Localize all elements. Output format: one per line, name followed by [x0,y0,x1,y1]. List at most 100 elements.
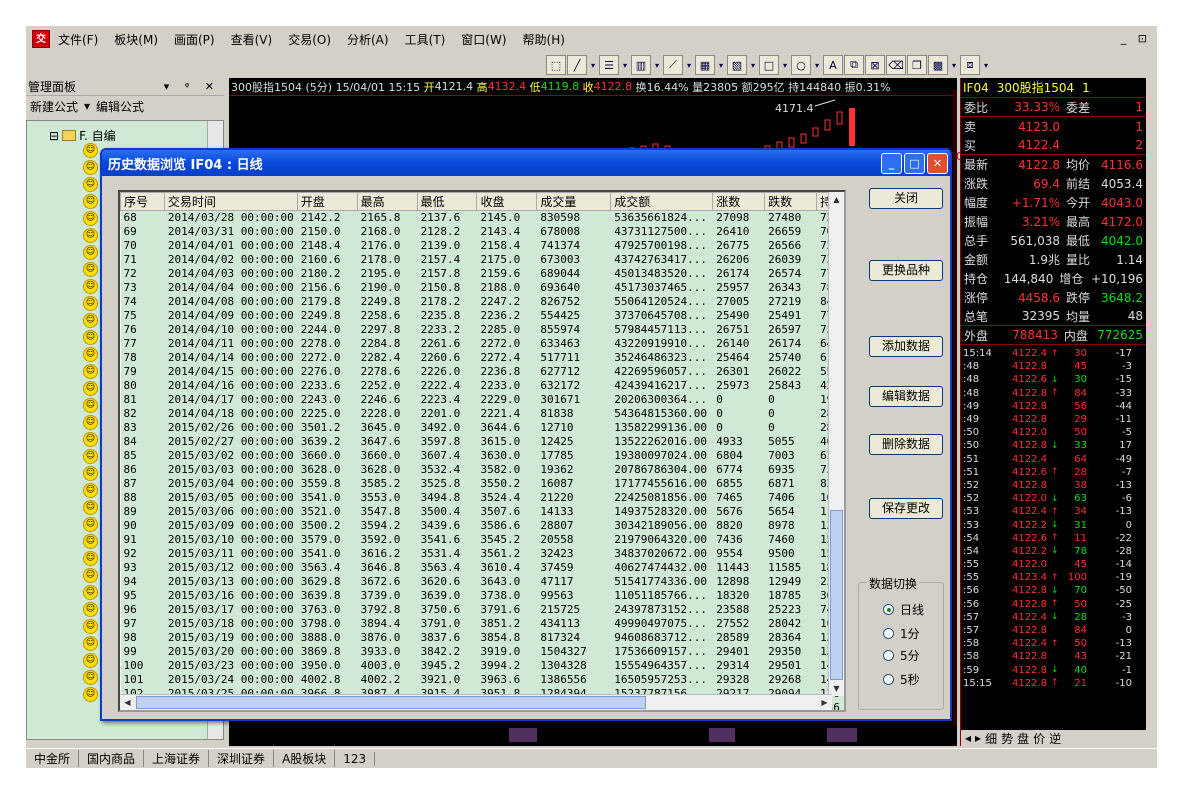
fan-tool-icon[interactable]: ⟋ [663,55,683,75]
tree-root-item[interactable]: ⊟ F. 自编 [49,127,116,144]
copy-tool-icon[interactable]: ⧉ [844,55,864,75]
formula-smiley-icon[interactable]: ☺ [83,619,98,634]
market-tab-commodities[interactable]: 国内商品 [79,750,145,767]
column-header[interactable]: 收盘 [476,192,538,211]
formula-smiley-icon[interactable]: ☺ [83,347,98,362]
column-header[interactable]: 成交额 [610,192,714,211]
table-row[interactable]: 79 2014/04/15 00:00:00 2276.0 2278.6 2226.0 2… [120,364,844,379]
window-controls[interactable]: _ ⊡ [1121,32,1151,45]
table-row[interactable]: 72 2014/04/03 00:00:00 2180.2 2195.0 2157.8 2… [120,266,844,281]
add-data-button[interactable]: 添加数据 [869,336,943,357]
table-row[interactable]: 91 2015/03/10 00:00:00 3579.0 3592.0 3541.6 3… [120,532,844,547]
radio-5min[interactable]: 5分 [883,647,920,664]
formula-smiley-icon[interactable]: ☺ [83,636,98,651]
formula-smiley-icon[interactable]: ☺ [83,381,98,396]
formula-smiley-icon[interactable]: ☺ [83,653,98,668]
formula-smiley-icon[interactable]: ☺ [83,177,98,192]
table-row[interactable]: 87 2015/03/04 00:00:00 3559.8 3585.2 3525.8 3… [120,476,844,491]
table-row[interactable]: 83 2015/02/26 00:00:00 3501.2 3645.0 3492.0 3… [120,420,844,435]
scroll-thumb[interactable] [830,510,843,680]
tab-reverse[interactable]: 逆 [1049,730,1061,747]
table-row[interactable]: 70 2014/04/01 00:00:00 2148.4 2176.0 2139.0 2… [120,238,844,253]
line-tool-icon[interactable]: ╱ [567,55,587,75]
formula-smiley-icon[interactable]: ☺ [83,449,98,464]
text-tool-icon[interactable]: A [823,55,843,75]
circle-tool-icon[interactable]: ○ [791,55,811,75]
channel-tool-icon[interactable]: ▧ [727,55,747,75]
panel-title-buttons[interactable]: ▾ ᵠ ✕ [164,80,224,93]
grid-vertical-scrollbar[interactable]: ▲ ▼ [828,192,844,696]
market-tab-shenzhen[interactable]: 深圳证券 [209,750,275,767]
column-header[interactable]: 序号 [120,192,165,211]
formula-smiley-icon[interactable]: ☺ [83,296,98,311]
formula-smiley-icon[interactable]: ☺ [83,364,98,379]
table-row[interactable]: 92 2015/03/11 00:00:00 3541.0 3616.2 3531.4 3… [120,546,844,561]
table-row[interactable]: 74 2014/04/08 00:00:00 2179.8 2249.8 2178.2 2… [120,294,844,309]
table-row[interactable]: 89 2015/03/06 00:00:00 3521.0 3547.8 3500.4 3… [120,504,844,519]
duplicate-tool-icon[interactable]: ❐ [907,55,927,75]
menu-trade[interactable]: 交易(O) [280,31,339,48]
table-row[interactable]: 94 2015/03/13 00:00:00 3629.8 3672.6 3620.6 3… [120,574,844,589]
tab-prev-icon[interactable]: ◂ [965,731,971,745]
table-row[interactable]: 85 2015/03/02 00:00:00 3660.0 3660.0 3607.4 3… [120,448,844,463]
grid-tool-icon[interactable]: ▦ [695,55,715,75]
chevron-down-icon[interactable]: ▾ [812,55,822,75]
formula-smiley-icon[interactable]: ☺ [83,500,98,515]
column-header[interactable]: 成交量 [536,192,612,211]
radio-dot[interactable] [883,628,894,639]
select-tool-icon[interactable]: ⬚ [546,55,566,75]
table-row[interactable]: 84 2015/02/27 00:00:00 3639.2 3647.6 3597.8 3… [120,434,844,449]
chevron-down-icon[interactable]: ▾ [588,55,598,75]
delete-data-button[interactable]: 删除数据 [869,434,943,455]
table-row[interactable]: 96 2015/03/17 00:00:00 3763.0 3792.8 3750.6 3… [120,602,844,617]
formula-smiley-icon[interactable]: ☺ [83,245,98,260]
chevron-down-icon[interactable]: ▾ [652,55,662,75]
chevron-down-icon[interactable]: ▾ [949,55,959,75]
radio-dot[interactable] [883,650,894,661]
menu-tools[interactable]: 工具(T) [397,31,454,48]
radio-dot[interactable] [883,604,894,615]
rectangle-tool-icon[interactable]: □ [759,55,779,75]
market-tab-a-shares[interactable]: A股板块 [274,750,336,767]
table-row[interactable]: 78 2014/04/14 00:00:00 2272.0 2282.4 2260.6 2… [120,350,844,365]
chevron-down-icon[interactable]: ▾ [716,55,726,75]
table-row[interactable]: 80 2014/04/16 00:00:00 2233.6 2252.0 2222.4 2… [120,378,844,393]
formula-smiley-icon[interactable]: ☺ [83,466,98,481]
formula-smiley-icon[interactable]: ☺ [83,534,98,549]
column-header[interactable]: 最高 [356,192,418,211]
collapse-icon[interactable]: ⊟ [49,129,59,143]
market-tab-custom[interactable]: 123 [335,751,376,766]
formula-smiley-icon[interactable]: ☺ [83,568,98,583]
data-grid[interactable]: 序号 交易时间 开盘 最高 最低 收盘 成交量 成交额 涨数 跌数持 68 2014/03/28 0… [118,190,846,712]
formula-smiley-icon[interactable]: ☺ [83,211,98,226]
column-header[interactable]: 开盘 [296,192,358,211]
column-header[interactable]: 交易时间 [163,192,298,211]
table-row[interactable]: 86 2015/03/03 00:00:00 3628.0 3628.0 3532.4 3… [120,462,844,477]
tab-next-icon[interactable]: ▸ [975,731,981,745]
formula-smiley-icon[interactable]: ☺ [83,432,98,447]
chevron-down-icon[interactable]: ▾ [780,55,790,75]
market-tab-cffex[interactable]: 中金所 [26,750,80,767]
minimize-icon[interactable]: _ [881,152,902,174]
table-row[interactable]: 82 2014/04/18 00:00:00 2225.0 2228.0 2201.0 2… [120,406,844,421]
tab-detail[interactable]: 细 [985,730,997,747]
formula-smiley-icon[interactable]: ☺ [83,262,98,277]
chevron-down-icon[interactable]: ▾ [620,55,630,75]
palette-tool-icon[interactable]: ▩ [928,55,948,75]
layer-tool-icon[interactable]: ⧈ [960,55,980,75]
formula-smiley-icon[interactable]: ☺ [83,602,98,617]
table-row[interactable]: 101 2015/03/24 00:00:00 4002.8 4002.2 3921.0… [120,672,844,687]
new-formula-button[interactable]: 新建公式 [30,98,78,115]
table-row[interactable]: 73 2014/04/04 00:00:00 2156.6 2190.0 2150.8 2… [120,280,844,295]
table-row[interactable]: 71 2014/04/02 00:00:00 2160.6 2178.0 2157.4 2… [120,252,844,267]
formula-smiley-icon[interactable]: ☺ [83,160,98,175]
table-row[interactable]: 93 2015/03/12 00:00:00 3563.4 3646.8 3563.4 3… [120,560,844,575]
formula-smiley-icon[interactable]: ☺ [83,585,98,600]
bars-tool-icon[interactable]: ▥ [631,55,651,75]
menu-screen[interactable]: 画面(P) [166,31,223,48]
menu-window[interactable]: 窗口(W) [453,31,514,48]
column-header[interactable]: 涨数 [712,192,766,211]
formula-smiley-icon[interactable]: ☺ [83,517,98,532]
table-row[interactable]: 77 2014/04/11 00:00:00 2278.0 2284.8 2261.6 2… [120,336,844,351]
table-row[interactable]: 69 2014/03/31 00:00:00 2150.0 2168.0 2128.2 2… [120,224,844,239]
